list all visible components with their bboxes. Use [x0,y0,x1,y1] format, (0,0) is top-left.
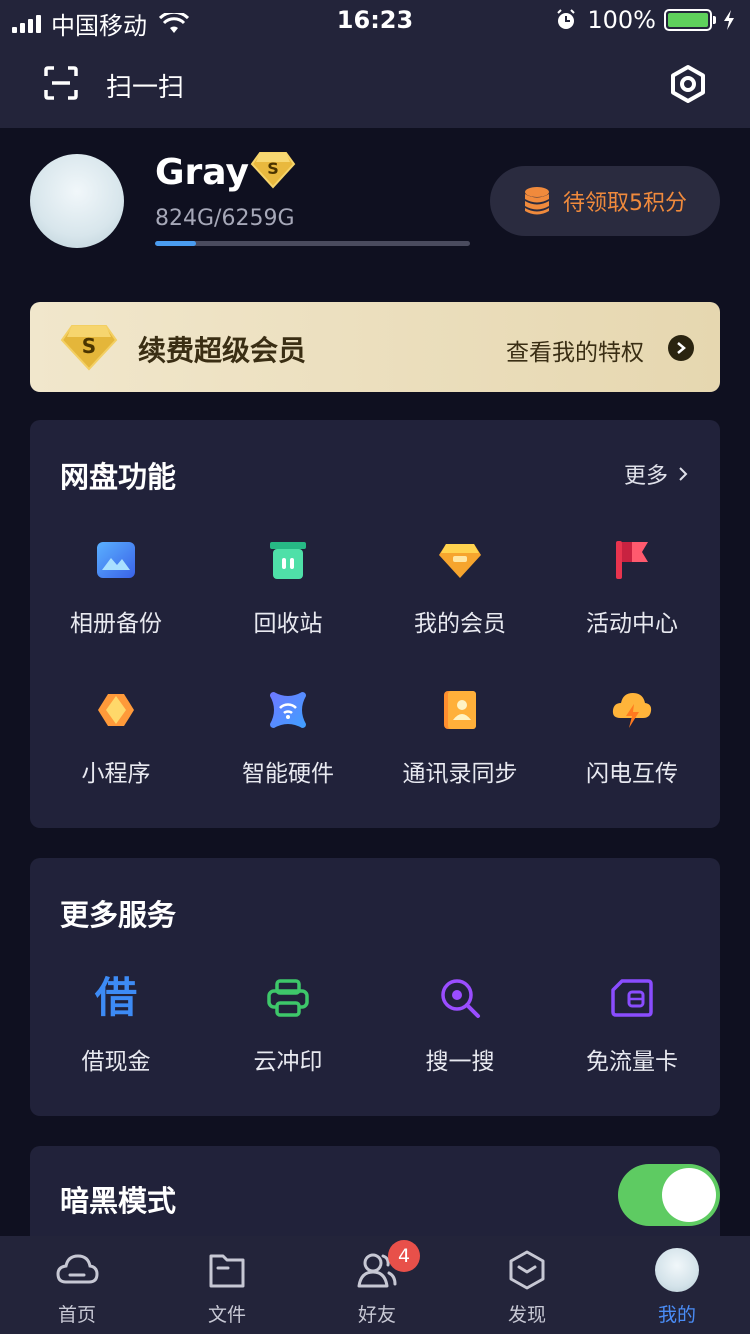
grid-item-label: 搜一搜 [425,1049,495,1075]
flag-icon [616,541,648,579]
battery-icon [664,9,716,31]
vip-diamond-icon[interactable]: S [250,150,296,190]
tab-label: 首页 [57,1304,96,1326]
photo-backup-icon [97,542,135,578]
username: Gray [155,152,249,193]
grid-item-label: 闪电互传 [586,761,678,787]
tab-friends[interactable]: 4 好友 [302,1240,452,1327]
netdisk-features-card: 网盘功能 更多 相册备份 回收站 我的会员 活动中心 小程序 智能硬件 通讯录同… [30,420,720,828]
grid-item-label: 小程序 [81,761,151,787]
vip-diamond-icon: S [60,325,118,371]
storage-usage: 824G/6259G [155,206,295,231]
dark-mode-toggle[interactable] [618,1164,720,1226]
charging-icon [724,10,734,30]
tab-label: 发现 [507,1304,546,1326]
contacts-icon [444,691,476,729]
grid-item-recycle-bin[interactable]: 回收站 [202,538,374,638]
scan-label[interactable]: 扫一扫 [106,67,184,104]
grid-item-label: 相册备份 [70,611,162,637]
borrow-cash-icon: 借 [94,973,137,1022]
avatar[interactable] [30,154,124,248]
grid-item-label: 云冲印 [253,1049,323,1075]
printer-icon [267,979,309,1017]
tab-bar: 首页 文件 4 好友 发现 我的 [0,1236,750,1334]
cloud-icon [56,1254,99,1284]
lightning-transfer-icon [612,693,652,728]
storage-progress-bar [155,241,470,246]
membership-icon [439,544,481,578]
grid-item-lightning-transfer[interactable]: 闪电互传 [546,688,718,788]
grid-item-mini-program[interactable]: 小程序 [30,688,202,788]
more-label: 更多 [623,464,668,489]
dark-mode-card: 暗黑模式 [30,1146,720,1246]
more-services-title: 更多服务 [60,898,177,932]
tab-files[interactable]: 文件 [152,1248,302,1327]
chevron-right-icon [679,467,688,481]
grid-item-label: 智能硬件 [242,761,334,787]
claim-points-button[interactable]: 待领取5积分 [490,166,720,236]
grid-item-borrow-cash[interactable]: 借 借现金 [30,976,202,1076]
avatar [655,1248,699,1292]
mini-program-icon [98,694,134,726]
status-bar: 中国移动 16:23 100% [0,0,750,40]
discover-icon [509,1250,545,1290]
vip-renew-title: 续费超级会员 [138,334,307,367]
more-services-card: 更多服务 借 借现金 云冲印 搜一搜 免流量卡 [30,858,720,1116]
grid-item-search[interactable]: 搜一搜 [374,976,546,1076]
notification-badge: 4 [388,1240,420,1272]
storage-progress-fill [155,241,196,246]
grid-item-photo-backup[interactable]: 相册备份 [30,538,202,638]
tab-label: 我的 [657,1304,696,1326]
recycle-bin-icon [270,542,306,579]
alarm-icon [557,9,576,29]
grid-item-label: 活动中心 [586,611,678,637]
tab-home[interactable]: 首页 [2,1248,152,1327]
folder-icon [209,1254,245,1288]
scan-icon[interactable] [44,66,78,100]
tab-label: 好友 [357,1304,396,1326]
svg-text:S: S [267,159,279,178]
tab-mine[interactable]: 我的 [602,1248,750,1327]
grid-item-contacts-sync[interactable]: 通讯录同步 [374,688,546,788]
grid-item-label: 我的会员 [414,611,506,637]
search-icon [441,979,480,1018]
toggle-knob [662,1168,716,1222]
profile-section: Gray S 824G/6259G 待领取5积分 [0,128,750,278]
tab-label: 文件 [207,1304,246,1326]
grid-item-label: 回收站 [253,611,323,637]
grid-item-label: 通讯录同步 [402,761,518,787]
smart-hardware-icon [270,692,306,728]
vip-renew-banner[interactable]: S 续费超级会员 查看我的特权 [30,302,720,392]
claim-points-label: 待领取5积分 [563,191,687,216]
netdisk-features-title: 网盘功能 [60,460,177,494]
battery-percent: 100% [587,6,656,34]
dark-mode-label: 暗黑模式 [60,1184,177,1218]
grid-item-label: 借现金 [81,1049,151,1075]
sim-card-icon [611,979,653,1017]
grid-item-smart-hardware[interactable]: 智能硬件 [202,688,374,788]
grid-item-activity-center[interactable]: 活动中心 [546,538,718,638]
top-bar: 扫一扫 [0,40,750,128]
grid-item-label: 免流量卡 [586,1049,678,1075]
settings-icon[interactable] [668,64,708,104]
grid-item-membership[interactable]: 我的会员 [374,538,546,638]
view-privileges-link[interactable]: 查看我的特权 [506,333,644,367]
svg-text:S: S [82,334,96,358]
grid-item-cloud-print[interactable]: 云冲印 [202,976,374,1076]
chevron-right-icon[interactable] [668,335,694,361]
more-link[interactable]: 更多 [624,458,690,490]
tab-discover[interactable]: 发现 [452,1248,602,1327]
grid-item-data-free-card[interactable]: 免流量卡 [546,976,718,1076]
coins-icon [525,187,549,215]
